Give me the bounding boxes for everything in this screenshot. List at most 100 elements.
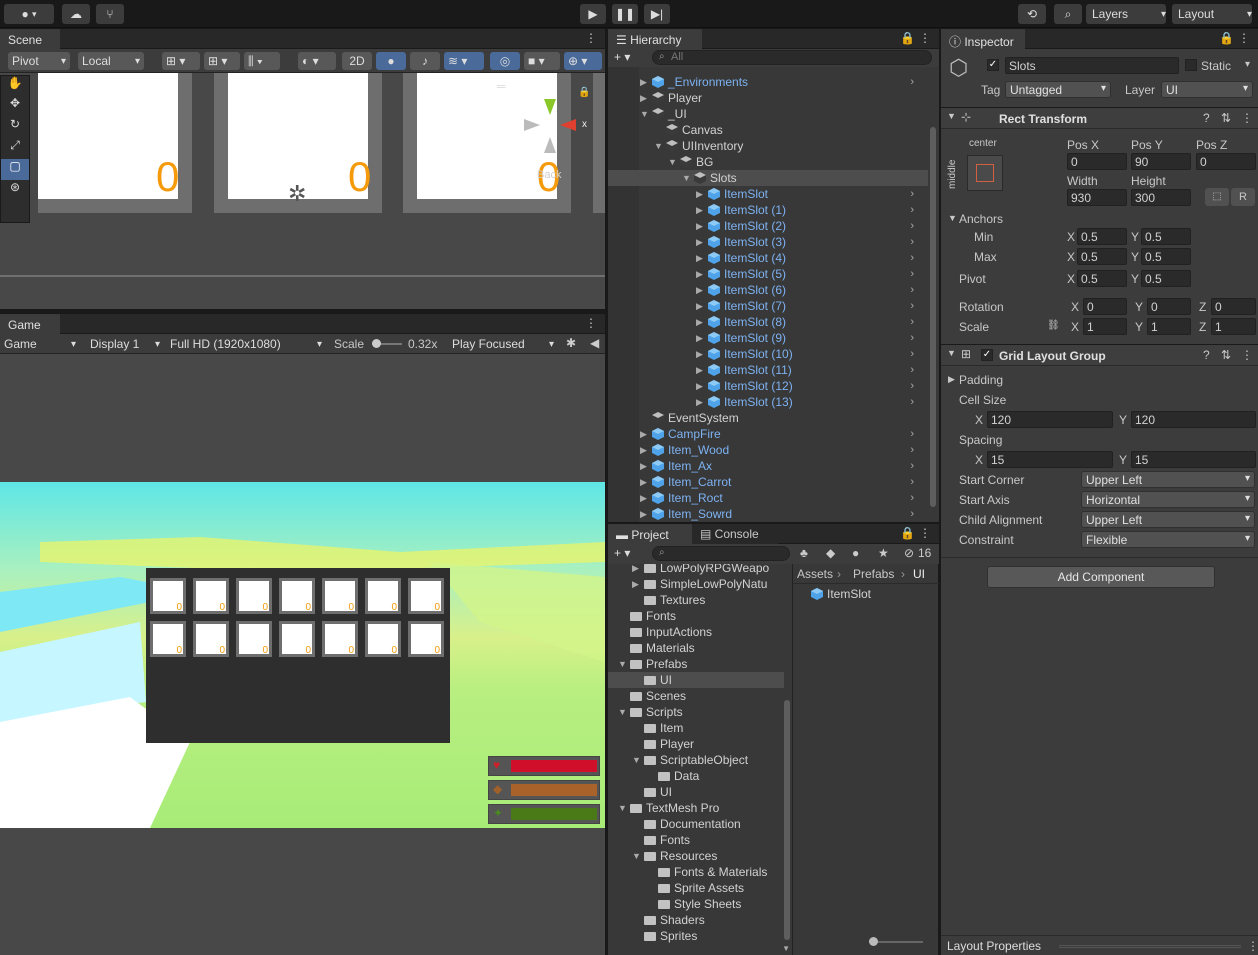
folder-item[interactable]: ▼ Scripts	[608, 704, 784, 720]
static-checkbox[interactable]	[1185, 59, 1197, 71]
fold-icon[interactable]: ▶	[696, 202, 706, 218]
tab-hierarchy[interactable]: ☰ Hierarchy	[608, 29, 702, 49]
more-icon[interactable]: ⋮	[919, 526, 931, 540]
tab-console[interactable]: ▤ Console	[692, 524, 778, 544]
menu-icon[interactable]: ═	[497, 79, 506, 93]
gizmos-dropdown[interactable]: ⊕ ▾	[564, 52, 602, 70]
fold-icon[interactable]: ▶	[696, 346, 706, 362]
hierarchy-item[interactable]: EventSystem	[608, 410, 928, 426]
scene-viewport[interactable]: ✋ ✥ ↻ ⤢ ▢ ⊛ 0 0 ✲ 0 Back ═ 🔒 x	[0, 73, 605, 309]
asset-itemslot[interactable]: ItemSlot	[811, 586, 871, 602]
component-enabled-checkbox[interactable]: ✓	[981, 349, 993, 361]
inventory-slot[interactable]: 0	[236, 621, 272, 657]
folder-item[interactable]: InputActions	[608, 624, 784, 640]
breadcrumb-ui[interactable]: UI	[913, 567, 925, 581]
folder-item[interactable]: ▼ ScriptableObject	[608, 752, 784, 768]
project-search[interactable]: ⌕	[652, 546, 790, 561]
fold-icon[interactable]: ▶	[696, 394, 706, 410]
hierarchy-scrollbar[interactable]	[930, 127, 936, 507]
lighting-toggle[interactable]: ●	[376, 52, 406, 70]
rotation-z-field[interactable]: 0	[1211, 298, 1256, 315]
orientation-gizmo[interactable]: x	[520, 97, 590, 157]
fold-icon[interactable]: ▶	[640, 426, 650, 442]
lock-icon[interactable]: 🔒	[1219, 31, 1234, 45]
help-icon[interactable]: ?	[1203, 111, 1210, 125]
increment-snap-button[interactable]: ⫼ ▾	[244, 52, 280, 70]
folder-item[interactable]: ▶ LowPolyRPGWeapo	[608, 564, 784, 576]
tab-project[interactable]: ▬ Project	[608, 524, 692, 544]
inventory-slot[interactable]: 0	[236, 578, 272, 614]
shading-dropdown[interactable]: ◐ ▾	[298, 52, 336, 70]
start-corner-dropdown[interactable]: Upper Left	[1081, 471, 1255, 488]
width-field[interactable]: 930	[1067, 189, 1127, 206]
bug-icon[interactable]: ✱	[566, 336, 576, 350]
fold-icon[interactable]: ▶	[696, 330, 706, 346]
fold-icon[interactable]: ▼	[618, 800, 628, 816]
anchor-min-y-field[interactable]: 0.5	[1141, 228, 1191, 245]
chevron-right-icon[interactable]: ›	[910, 266, 914, 282]
chevron-right-icon[interactable]: ›	[910, 458, 914, 474]
chevron-right-icon[interactable]: ›	[910, 394, 914, 410]
effects-dropdown[interactable]: ≋ ▾	[444, 52, 484, 70]
folder-item[interactable]: ▼ Resources	[608, 848, 784, 864]
fold-icon[interactable]: ▼	[668, 154, 678, 170]
fold-icon[interactable]: ▶	[696, 282, 706, 298]
inventory-slot[interactable]: 0	[365, 578, 401, 614]
cloud-button[interactable]: ☁	[62, 4, 90, 24]
folder-item[interactable]: ▶ SimpleLowPolyNatu	[608, 576, 784, 592]
chevron-right-icon[interactable]: ›	[910, 186, 914, 202]
constraint-dropdown[interactable]: Flexible	[1081, 531, 1255, 548]
folder-item[interactable]: Fonts	[608, 832, 784, 848]
chevron-right-icon[interactable]: ›	[910, 442, 914, 458]
fold-icon[interactable]: ▼	[618, 656, 628, 672]
inventory-slot[interactable]: 0	[193, 621, 229, 657]
hierarchy-search[interactable]: ⌕ All	[652, 50, 932, 65]
play-focused-dropdown[interactable]: Play Focused	[448, 335, 558, 353]
anchors-fold-icon[interactable]: ▼	[948, 213, 957, 223]
fold-icon[interactable]: ▶	[640, 442, 650, 458]
collab-button[interactable]: ⑂	[96, 4, 124, 24]
active-checkbox[interactable]: ✓	[987, 59, 999, 71]
chevron-right-icon[interactable]: ›	[910, 74, 914, 90]
fold-icon[interactable]: ▶	[696, 266, 706, 282]
more-icon[interactable]: ⋮	[585, 31, 597, 45]
object-name-input[interactable]: Slots	[1005, 57, 1179, 74]
folder-item[interactable]: Documentation	[608, 816, 784, 832]
add-button[interactable]: + ▾	[614, 546, 630, 560]
chevron-right-icon[interactable]: ›	[910, 330, 914, 346]
layer-dropdown[interactable]: UI	[1161, 81, 1253, 98]
hierarchy-item[interactable]: ▶ CampFire ›	[608, 426, 928, 442]
hierarchy-item[interactable]: Canvas	[608, 122, 928, 138]
folder-item[interactable]: Fonts	[608, 608, 784, 624]
scale-x-field[interactable]: 1	[1083, 318, 1127, 335]
fold-icon[interactable]: ▼	[632, 848, 642, 864]
breadcrumb-prefabs[interactable]: Prefabs	[853, 567, 894, 581]
more-icon[interactable]: ⋮	[1247, 939, 1258, 953]
padding-fold-icon[interactable]: ▶	[948, 374, 955, 385]
blueprint-mode-button[interactable]: ⬚	[1205, 188, 1229, 206]
hierarchy-item[interactable]: ▶ ItemSlot (3) ›	[608, 234, 928, 250]
inventory-slot[interactable]: 0	[408, 621, 444, 657]
fold-icon[interactable]: ▶	[696, 314, 706, 330]
transform-tool-icon[interactable]: ⊛	[1, 180, 29, 201]
game-view[interactable]: 0 0 0 0 0 0 0 0 0 0 0 0 0 0 ♥ ◆ ✦	[0, 482, 605, 828]
folder-item[interactable]: UI	[608, 672, 784, 688]
fold-icon[interactable]: ▶	[696, 186, 706, 202]
inventory-slot[interactable]: 0	[279, 621, 315, 657]
icon-size-slider[interactable]	[869, 937, 923, 946]
anchor-max-y-field[interactable]: 0.5	[1141, 248, 1191, 265]
rect-tool-icon[interactable]: ▢	[1, 159, 29, 180]
more-icon[interactable]: ⋮	[1241, 348, 1253, 362]
hierarchy-item[interactable]: ▶ ItemSlot (11) ›	[608, 362, 928, 378]
folder-item[interactable]: Textures	[608, 592, 784, 608]
fold-icon[interactable]: ▶	[640, 74, 650, 90]
folder-item[interactable]: Sprite Assets	[608, 880, 784, 896]
rect-transform-header[interactable]: ▼ ⊹ Rect Transform ? ⇅ ⋮	[941, 107, 1258, 129]
chevron-right-icon[interactable]: ›	[910, 506, 914, 522]
lock-icon[interactable]: 🔒	[900, 526, 915, 540]
chevron-right-icon[interactable]: ›	[910, 282, 914, 298]
folder-item[interactable]: ▼ Prefabs	[608, 656, 784, 672]
inventory-slot[interactable]: 0	[322, 621, 358, 657]
fold-icon[interactable]: ▶	[696, 362, 706, 378]
fold-icon[interactable]: ▶	[696, 378, 706, 394]
